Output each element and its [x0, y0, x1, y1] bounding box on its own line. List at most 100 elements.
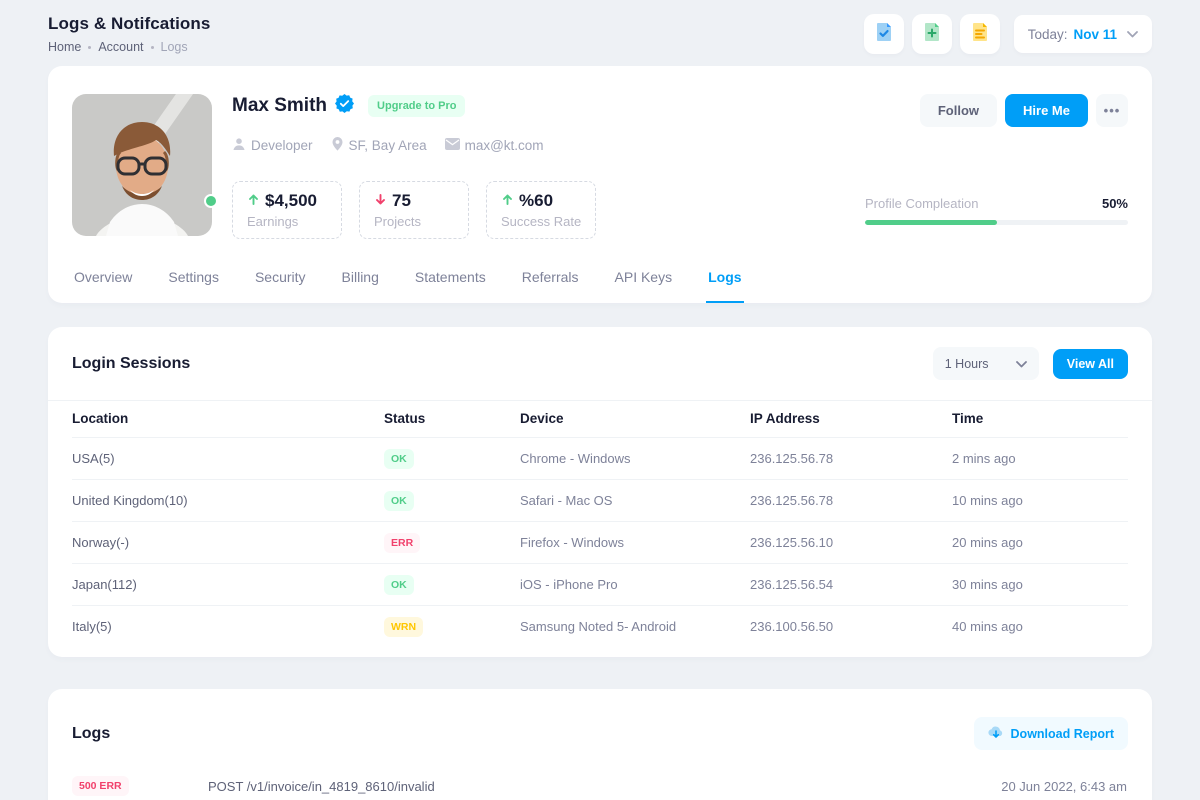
online-status-dot [204, 194, 218, 208]
sessions-table: LocationStatusDeviceIP AddressTime USA(5… [48, 401, 1152, 647]
stat-value: %60 [501, 191, 581, 211]
tab-referrals[interactable]: Referrals [520, 263, 581, 303]
stat-label: Projects [374, 214, 454, 229]
hire-me-button[interactable]: Hire Me [1005, 94, 1088, 127]
session-location[interactable]: Italy(5) [72, 619, 384, 634]
profile-meta-label: max@kt.com [465, 138, 544, 153]
breadcrumb-separator [151, 46, 154, 49]
stat-number: %60 [519, 191, 553, 211]
table-row: Japan(112)OKiOS - iPhone Pro236.125.56.5… [72, 563, 1128, 605]
profile-meta-item[interactable]: SF, Bay Area [331, 137, 427, 154]
session-device: Firefox - Windows [520, 535, 750, 550]
date-label: Today: [1028, 27, 1068, 42]
profile-meta-label: Developer [251, 138, 313, 153]
stat-box: %60Success Rate [486, 181, 596, 239]
file-plus-button[interactable] [912, 14, 952, 54]
chevron-down-icon [1016, 357, 1027, 371]
log-request-path: POST /v1/invoice/in_4819_8610/invalid [208, 779, 1001, 794]
profile-meta-label: SF, Bay Area [349, 138, 427, 153]
stat-box: 75 Projects [359, 181, 469, 239]
profile-meta-item[interactable]: max@kt.com [445, 137, 544, 154]
session-location[interactable]: United Kingdom(10) [72, 493, 384, 508]
page-title: Logs & Notifcations [48, 14, 210, 34]
tab-api-keys[interactable]: API Keys [613, 263, 675, 303]
user-icon [232, 137, 246, 154]
column-header-status: Status [384, 411, 520, 426]
stat-box: $4,500 Earnings [232, 181, 342, 239]
session-device: Chrome - Windows [520, 451, 750, 466]
session-status: OK [384, 575, 520, 595]
logs-title: Logs [72, 725, 110, 743]
upgrade-to-pro-badge[interactable]: Upgrade to Pro [368, 95, 465, 117]
session-location[interactable]: Japan(112) [72, 577, 384, 592]
sessions-table-header: LocationStatusDeviceIP AddressTime [72, 401, 1128, 437]
breadcrumb-item[interactable]: Home [48, 40, 81, 54]
breadcrumb: Home Account Logs [48, 40, 210, 54]
stat-value: $4,500 [247, 191, 327, 211]
file-lines-button[interactable] [960, 14, 1000, 54]
column-header-time: Time [952, 411, 1128, 426]
session-time: 30 mins ago [952, 577, 1128, 592]
topbar: Logs & Notifcations Home Account Logs Toda… [0, 0, 1200, 66]
stat-label: Earnings [247, 214, 327, 229]
arrow-up-icon [501, 191, 514, 211]
completion-label: Profile Compleation [865, 196, 978, 211]
download-report-label: Download Report [1011, 727, 1114, 741]
completion-percent: 50% [1102, 196, 1128, 211]
table-row: United Kingdom(10)OKSafari - Mac OS236.1… [72, 479, 1128, 521]
file-check-icon [873, 21, 895, 48]
logs-list: 500 ERR POST /v1/invoice/in_4819_8610/inv… [48, 776, 1152, 796]
view-all-button[interactable]: View All [1053, 349, 1128, 379]
table-row: Italy(5)WRNSamsung Noted 5- Android236.1… [72, 605, 1128, 647]
profile-name[interactable]: Max Smith [232, 95, 327, 117]
profile-stats: $4,500 Earnings 75 Projects %60Success Rate [232, 181, 596, 239]
breadcrumb-item[interactable]: Logs [161, 40, 188, 54]
follow-button[interactable]: Follow [920, 94, 997, 127]
log-row: 500 ERR POST /v1/invoice/in_4819_8610/inv… [72, 776, 1128, 796]
log-status-column: 500 ERR [72, 776, 208, 796]
session-status: WRN [384, 617, 520, 637]
mail-icon [445, 138, 460, 153]
session-location[interactable]: Norway(-) [72, 535, 384, 550]
session-ip: 236.125.56.78 [750, 451, 952, 466]
tab-overview[interactable]: Overview [72, 263, 134, 303]
session-ip: 236.125.56.78 [750, 493, 952, 508]
stat-value: 75 [374, 191, 454, 211]
session-time: 2 mins ago [952, 451, 1128, 466]
date-value: Nov 11 [1073, 27, 1117, 42]
file-plus-icon [921, 21, 943, 48]
tab-billing[interactable]: Billing [340, 263, 381, 303]
verified-badge-icon [335, 94, 354, 118]
tab-logs[interactable]: Logs [706, 263, 743, 303]
breadcrumb-separator [88, 46, 91, 49]
avatar [72, 94, 212, 236]
tab-security[interactable]: Security [253, 263, 308, 303]
profile-meta-item[interactable]: Developer [232, 137, 313, 154]
tab-statements[interactable]: Statements [413, 263, 488, 303]
column-header-ip-address: IP Address [750, 411, 952, 426]
status-badge: OK [384, 575, 414, 595]
status-badge: ERR [384, 533, 420, 553]
session-ip: 236.100.56.50 [750, 619, 952, 634]
status-badge: OK [384, 449, 414, 469]
completion-progress-track [865, 220, 1128, 225]
tab-settings[interactable]: Settings [166, 263, 221, 303]
topbar-titles: Logs & Notifcations Home Account Logs [48, 14, 210, 54]
hours-filter-value: 1 Hours [945, 357, 989, 371]
download-report-button[interactable]: Download Report [974, 717, 1128, 750]
session-status: OK [384, 491, 520, 511]
login-sessions-card: Login Sessions 1 Hours View All Location… [48, 327, 1152, 657]
session-location[interactable]: USA(5) [72, 451, 384, 466]
arrow-down-icon [374, 191, 387, 211]
more-options-button[interactable]: ••• [1096, 94, 1128, 127]
logs-card: Logs Download Report 500 ERR POST /v1/inv… [48, 689, 1152, 800]
session-time: 20 mins ago [952, 535, 1128, 550]
profile-card: Max Smith Upgrade to Pro Follow Hire Me … [48, 66, 1152, 303]
log-status-badge: 500 ERR [72, 776, 129, 796]
hours-filter-select[interactable]: 1 Hours [933, 347, 1039, 380]
date-picker[interactable]: Today: Nov 11 [1014, 15, 1152, 53]
file-check-button[interactable] [864, 14, 904, 54]
profile-meta: Developer SF, Bay Area max@kt.com [232, 137, 1128, 154]
breadcrumb-item[interactable]: Account [98, 40, 143, 54]
column-header-location: Location [72, 411, 384, 426]
